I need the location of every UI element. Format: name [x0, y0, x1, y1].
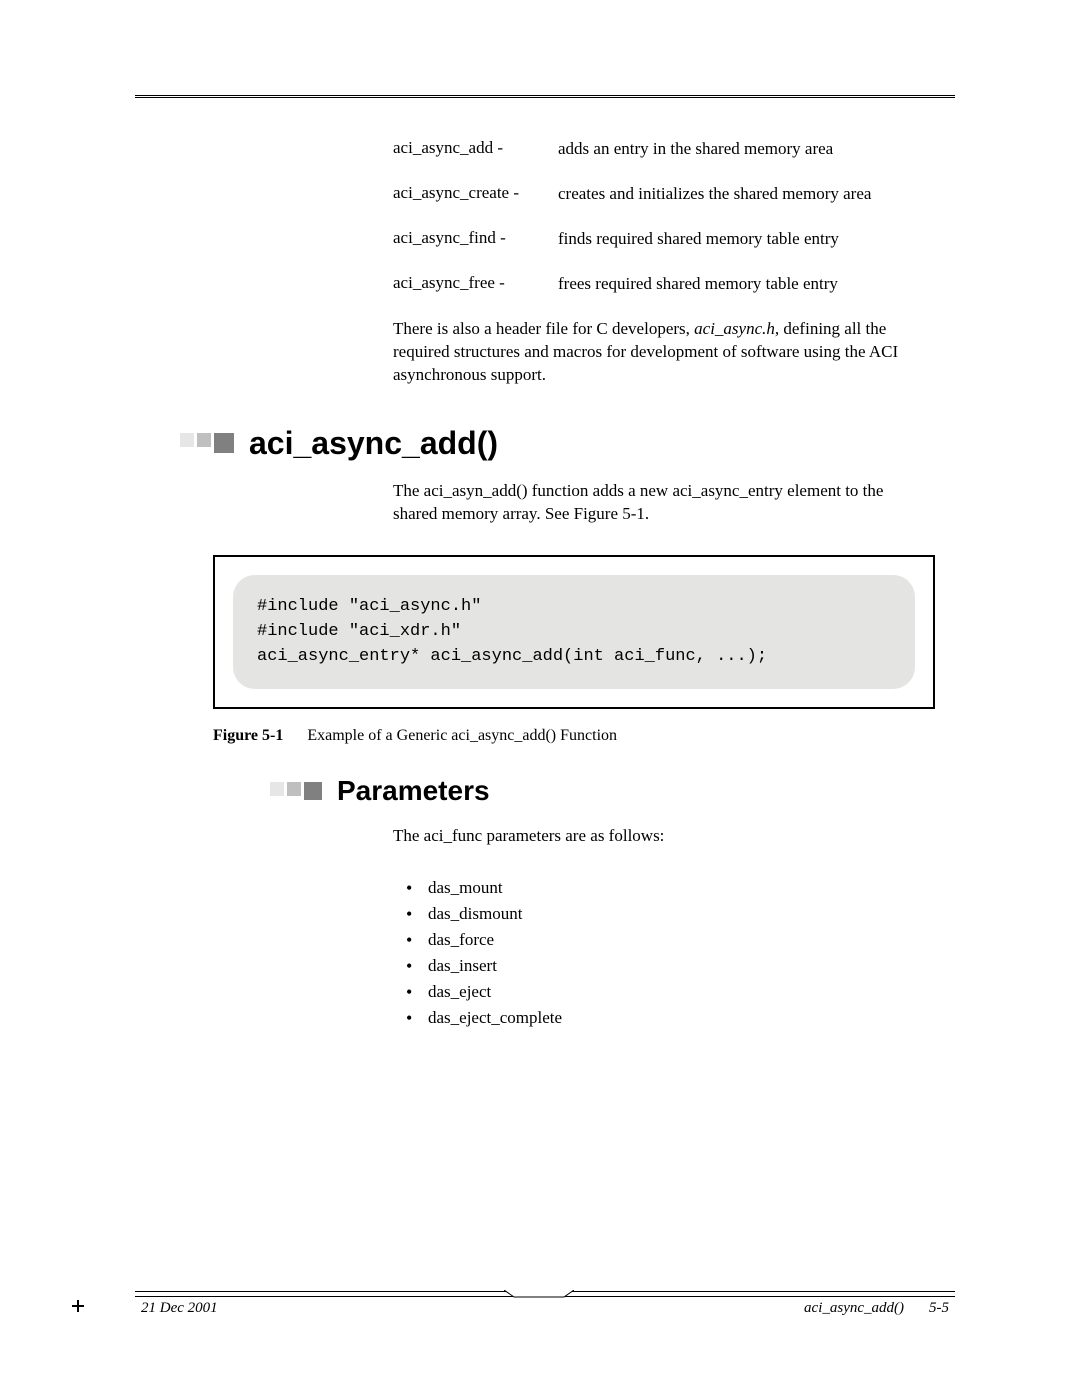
definition-term: aci_async_add - — [393, 138, 558, 161]
definition-desc: finds required shared memory table entry — [558, 228, 935, 251]
figure-label: Figure 5-1 — [213, 727, 283, 744]
footer-row: 21 Dec 2001 aci_async_add() 5-5 — [135, 1297, 955, 1317]
list-item: das_insert — [428, 956, 955, 976]
body-paragraph: The aci_asyn_add() function adds a new a… — [393, 480, 925, 526]
parameter-list: das_mount das_dismount das_force das_ins… — [428, 878, 955, 1028]
list-item: das_dismount — [428, 904, 955, 924]
footer-notch-icon — [504, 1290, 574, 1298]
definition-term: aci_async_free - — [393, 273, 558, 296]
figure-caption-text: Example of a Generic aci_async_add() Fun… — [307, 727, 617, 744]
footer-right: aci_async_add() 5-5 — [804, 1300, 949, 1317]
list-item: das_mount — [428, 878, 955, 898]
footer-section: aci_async_add() — [804, 1300, 904, 1317]
block-light-icon — [180, 433, 194, 447]
intro-paragraph: There is also a header file for C develo… — [393, 318, 925, 387]
top-rule — [135, 95, 955, 98]
intro-pre: There is also a header file for C develo… — [393, 319, 694, 338]
heading-1-text: aci_async_add() — [249, 425, 498, 462]
definition-row: aci_async_find - finds required shared m… — [393, 228, 935, 251]
page: aci_async_add - adds an entry in the sha… — [0, 0, 1080, 1397]
footer-rule — [135, 1291, 955, 1292]
figure-caption: Figure 5-1 Example of a Generic aci_asyn… — [213, 727, 955, 745]
list-item: das_eject — [428, 982, 955, 1002]
footer-page: 5-5 — [929, 1300, 949, 1317]
heading-blocks-icon — [180, 433, 237, 453]
definition-row: aci_async_create - creates and initializ… — [393, 183, 935, 206]
block-dark-icon — [304, 782, 322, 800]
footer-date: 21 Dec 2001 — [141, 1300, 218, 1317]
page-footer: 21 Dec 2001 aci_async_add() 5-5 — [135, 1291, 955, 1317]
definition-term: aci_async_create - — [393, 183, 558, 206]
block-mid-icon — [287, 782, 301, 796]
block-light-icon — [270, 782, 284, 796]
definition-term: aci_async_find - — [393, 228, 558, 251]
params-intro: The aci_func parameters are as follows: — [393, 825, 925, 848]
heading-2-text: Parameters — [337, 775, 490, 807]
definition-list: aci_async_add - adds an entry in the sha… — [393, 138, 935, 296]
block-mid-icon — [197, 433, 211, 447]
code-figure: #include "aci_async.h" #include "aci_xdr… — [213, 555, 935, 709]
definition-row: aci_async_free - frees required shared m… — [393, 273, 935, 296]
block-dark-icon — [214, 433, 234, 453]
definition-desc: frees required shared memory table entry — [558, 273, 935, 296]
definition-row: aci_async_add - adds an entry in the sha… — [393, 138, 935, 161]
list-item: das_force — [428, 930, 955, 950]
crop-mark-icon — [72, 1305, 84, 1307]
intro-italic: aci_async.h — [694, 319, 775, 338]
list-item: das_eject_complete — [428, 1008, 955, 1028]
heading-2: Parameters — [270, 775, 955, 807]
heading-1: aci_async_add() — [180, 425, 955, 462]
code-block: #include "aci_async.h" #include "aci_xdr… — [233, 575, 915, 689]
heading-blocks-icon — [270, 782, 325, 800]
definition-desc: adds an entry in the shared memory area — [558, 138, 935, 161]
definition-desc: creates and initializes the shared memor… — [558, 183, 935, 206]
